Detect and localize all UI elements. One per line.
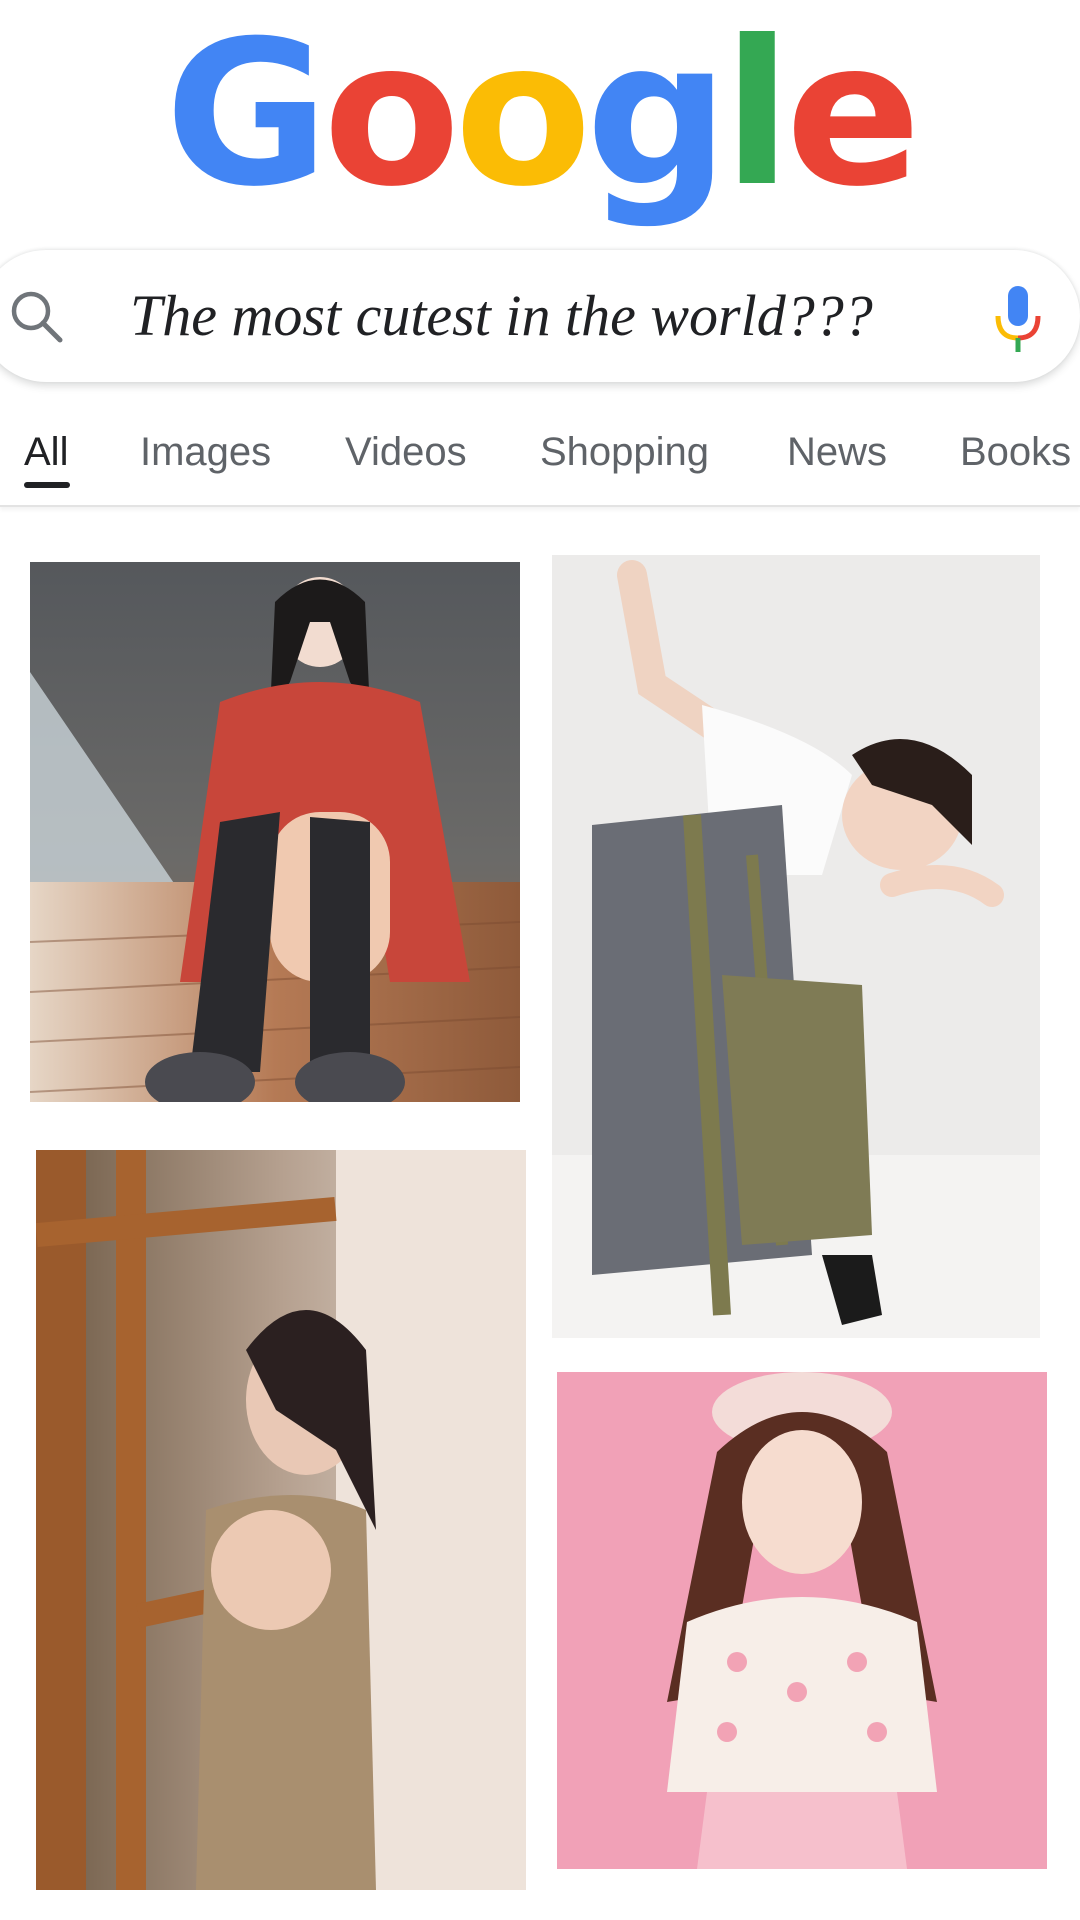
tab-videos[interactable]: Videos (345, 422, 467, 482)
google-search-page: Google The most cutest in the world??? A… (0, 0, 1080, 1920)
google-logo[interactable]: Google (0, 0, 1080, 230)
search-tabs: All Images Videos Shopping News Books (0, 400, 1080, 507)
mic-icon[interactable] (992, 284, 1044, 356)
logo-letter: e (785, 0, 922, 231)
result-image-1-art (30, 562, 520, 1102)
tab-shopping[interactable]: Shopping (540, 422, 709, 482)
result-image-2[interactable] (552, 555, 1040, 1338)
logo-letter: G (164, 0, 329, 231)
result-image-4[interactable] (557, 1372, 1047, 1869)
logo-letter: l (722, 0, 792, 231)
tab-all[interactable]: All (24, 422, 68, 482)
result-image-3-art (36, 1150, 526, 1890)
result-image-3[interactable] (36, 1150, 526, 1890)
search-query-text[interactable]: The most cutest in the world??? (130, 278, 873, 354)
result-image-2-art (552, 555, 1040, 1338)
result-image-4-art (557, 1372, 1047, 1869)
logo-letter: g (585, 0, 729, 231)
tab-books[interactable]: Books (960, 422, 1071, 482)
tab-news[interactable]: News (787, 422, 887, 482)
logo-letter: o (454, 0, 591, 231)
search-icon[interactable] (8, 288, 64, 344)
tab-images[interactable]: Images (140, 422, 271, 482)
logo-letter: o (322, 0, 460, 231)
google-logo-wordmark: Google (164, 0, 922, 231)
search-bar[interactable]: The most cutest in the world??? (0, 250, 1080, 382)
active-tab-indicator (24, 482, 70, 488)
result-image-1[interactable] (30, 562, 520, 1102)
